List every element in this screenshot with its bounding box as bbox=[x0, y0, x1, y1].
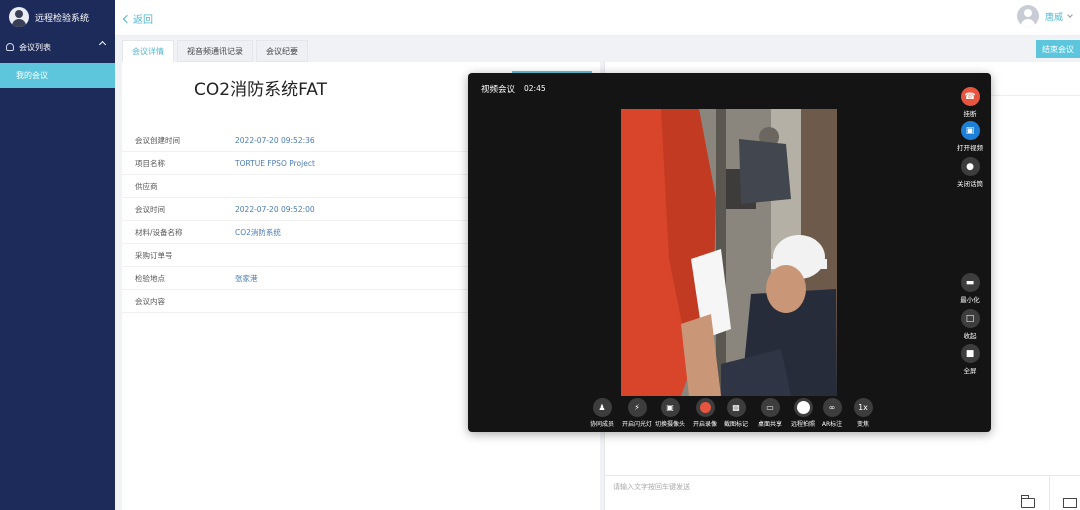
menu-group-label: 会议列表 bbox=[19, 42, 51, 52]
control-label: 关闭话筒 bbox=[957, 180, 983, 188]
video-camera-icon[interactable]: ▣ bbox=[960, 121, 980, 140]
field-value: TORTUE FPSO Project bbox=[235, 158, 315, 168]
control-label: 挂断 bbox=[963, 110, 977, 118]
zoom-button[interactable]: 1x 变焦 bbox=[845, 398, 881, 428]
call-toolbar: ♟ 协同成员 ⚡ 开启闪光灯 ▣ 切换摄像头 开启录像 ▩ 截图标记 ▭ 桌面共… bbox=[584, 398, 874, 430]
control-label: 切换摄像头 bbox=[654, 421, 685, 428]
control-label: 打开视频 bbox=[957, 144, 983, 152]
field-label: 供应商 bbox=[135, 181, 158, 191]
control-label: 开启闪光灯 bbox=[621, 421, 652, 428]
video-call-window: 视频会议 02:45 ☎ 挂断 ▣ 打开视频 ● 关闭话筒 ▬ 最小化 □ 收起… bbox=[468, 73, 991, 432]
tab-meeting-details[interactable]: 会议详情 bbox=[122, 40, 174, 62]
field-label: 采购订单号 bbox=[135, 250, 173, 260]
field-label: 项目名称 bbox=[135, 158, 165, 168]
screen-share-button[interactable]: ▭ 桌面共享 bbox=[752, 398, 788, 428]
back-button[interactable]: 返回 bbox=[122, 11, 153, 26]
chevron-up-icon bbox=[98, 40, 107, 49]
video-feed bbox=[621, 109, 837, 396]
divider bbox=[1049, 476, 1050, 510]
top-bar: 返回 唐威 bbox=[115, 0, 1080, 36]
control-label: 开启录像 bbox=[692, 421, 717, 428]
meeting-list-icon bbox=[6, 43, 14, 51]
remote-photo-icon[interactable] bbox=[793, 398, 813, 417]
control-label: 最小化 bbox=[960, 296, 980, 304]
field-value: 2022-07-20 09:52:00 bbox=[235, 204, 315, 214]
user-name: 唐威 bbox=[1044, 12, 1063, 23]
app-title: 远程检验系统 bbox=[35, 13, 90, 24]
control-label: 收起 bbox=[963, 332, 977, 340]
field-label: 会议内容 bbox=[135, 296, 165, 306]
field-value: CO2消防系统 bbox=[235, 227, 281, 237]
screen-share-icon[interactable]: ▭ bbox=[760, 398, 780, 417]
folder-icon[interactable] bbox=[1021, 495, 1035, 508]
end-meeting-button[interactable]: 结束会议 bbox=[1036, 40, 1080, 58]
call-duration: 02:45 bbox=[524, 84, 546, 93]
menu-group-meetings[interactable]: 会议列表 bbox=[0, 38, 115, 56]
ar-annotate-icon[interactable]: ∞ bbox=[822, 398, 842, 417]
sidebar: 远程检验系统 会议列表 我的会议 bbox=[0, 0, 115, 510]
control-label: 全屏 bbox=[963, 367, 977, 375]
tab-bar: 会议详情 视音频通讯记录 会议纪要 bbox=[122, 40, 311, 62]
record-icon[interactable] bbox=[695, 398, 715, 417]
hangup-control[interactable]: ☎ 挂断 bbox=[945, 87, 995, 118]
user-menu[interactable]: 唐威 bbox=[1016, 5, 1073, 27]
collapse-icon[interactable]: □ bbox=[960, 309, 980, 328]
video-toggle-control[interactable]: ▣ 打开视频 bbox=[945, 121, 995, 152]
field-label: 会议创建时间 bbox=[135, 135, 180, 145]
switch-camera-icon[interactable]: ▣ bbox=[660, 398, 680, 417]
sidebar-item-label: 我的会议 bbox=[16, 71, 48, 80]
tab-meeting-minutes[interactable]: 会议纪要 bbox=[256, 40, 308, 62]
video-call-title: 视频会议 bbox=[481, 85, 516, 95]
microphone-icon[interactable]: ● bbox=[960, 157, 980, 176]
control-label: 协同成员 bbox=[589, 421, 614, 428]
control-label: 远程拍照 bbox=[790, 421, 815, 428]
back-label: 返回 bbox=[133, 15, 153, 26]
screenshot-mark-button[interactable]: ▩ 截图标记 bbox=[718, 398, 754, 428]
control-label: AR标注 bbox=[821, 421, 843, 428]
video-camera-icon[interactable] bbox=[1063, 498, 1077, 508]
chat-input-area[interactable]: 请输入文字按回车键发送 bbox=[605, 475, 1080, 510]
chat-input-placeholder: 请输入文字按回车键发送 bbox=[613, 483, 690, 491]
tab-av-records[interactable]: 视音频通讯记录 bbox=[177, 40, 253, 62]
zoom-icon[interactable]: 1x bbox=[853, 398, 873, 417]
flash-button[interactable]: ⚡ 开启闪光灯 bbox=[619, 398, 655, 428]
field-label: 材料/设备名称 bbox=[135, 227, 183, 237]
field-value: 张家港 bbox=[235, 273, 258, 283]
chevron-left-icon bbox=[122, 14, 132, 23]
video-frame-image bbox=[621, 109, 837, 396]
minimize-control[interactable]: ▬ 最小化 bbox=[945, 273, 995, 304]
hangup-icon[interactable]: ☎ bbox=[960, 87, 980, 106]
flash-icon[interactable]: ⚡ bbox=[627, 398, 647, 417]
field-label: 会议时间 bbox=[135, 204, 165, 214]
page-title: CO2消防系统FAT bbox=[194, 80, 327, 100]
app-logo-icon bbox=[9, 7, 29, 27]
control-label: 变焦 bbox=[856, 421, 869, 428]
chevron-down-icon bbox=[1067, 12, 1073, 18]
avatar bbox=[1016, 5, 1039, 27]
brand: 远程检验系统 bbox=[0, 0, 115, 34]
members-icon[interactable]: ♟ bbox=[592, 398, 612, 417]
collapse-control[interactable]: □ 收起 bbox=[945, 309, 995, 340]
field-value: 2022-07-20 09:52:36 bbox=[235, 135, 315, 145]
minimize-icon[interactable]: ▬ bbox=[960, 273, 980, 292]
fullscreen-icon[interactable]: ■ bbox=[960, 344, 980, 363]
fullscreen-control[interactable]: ■ 全屏 bbox=[945, 344, 995, 375]
switch-camera-button[interactable]: ▣ 切换摄像头 bbox=[652, 398, 688, 428]
field-label: 检验地点 bbox=[135, 273, 165, 283]
screenshot-mark-icon[interactable]: ▩ bbox=[726, 398, 746, 417]
control-label: 桌面共享 bbox=[757, 421, 782, 428]
control-label: 截图标记 bbox=[723, 421, 748, 428]
members-button[interactable]: ♟ 协同成员 bbox=[584, 398, 620, 428]
mic-toggle-control[interactable]: ● 关闭话筒 bbox=[945, 157, 995, 188]
sidebar-item-my-meetings[interactable]: 我的会议 bbox=[0, 63, 115, 88]
